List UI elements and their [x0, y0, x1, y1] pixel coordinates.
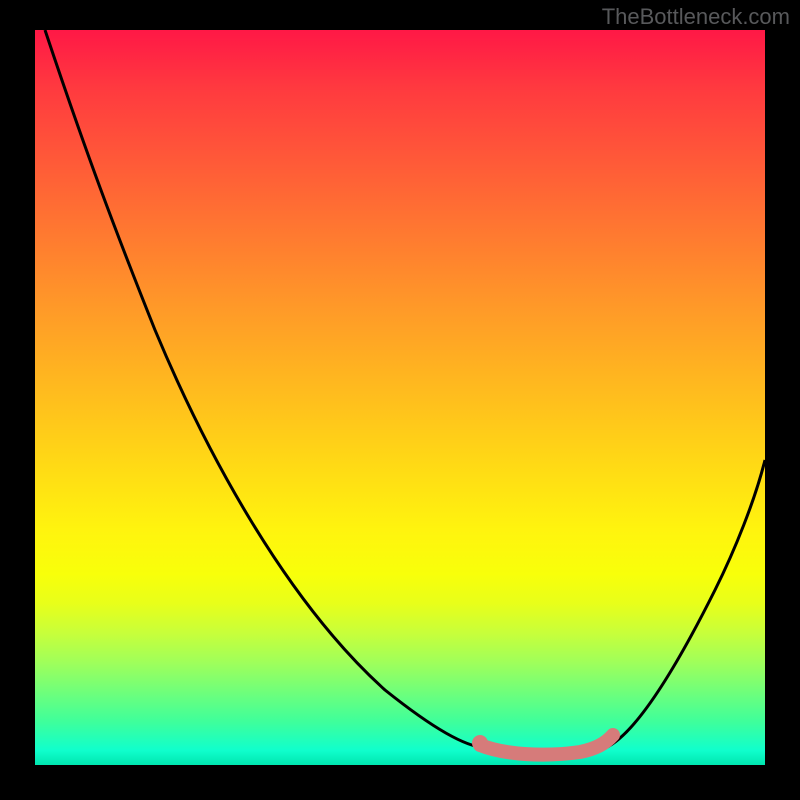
curve-highlight — [480, 735, 613, 755]
curve-line — [45, 30, 765, 756]
curve-highlight-dot — [472, 735, 488, 751]
bottleneck-curve — [35, 30, 765, 765]
watermark-text: TheBottleneck.com — [602, 4, 790, 30]
chart-plot-area — [35, 30, 765, 765]
